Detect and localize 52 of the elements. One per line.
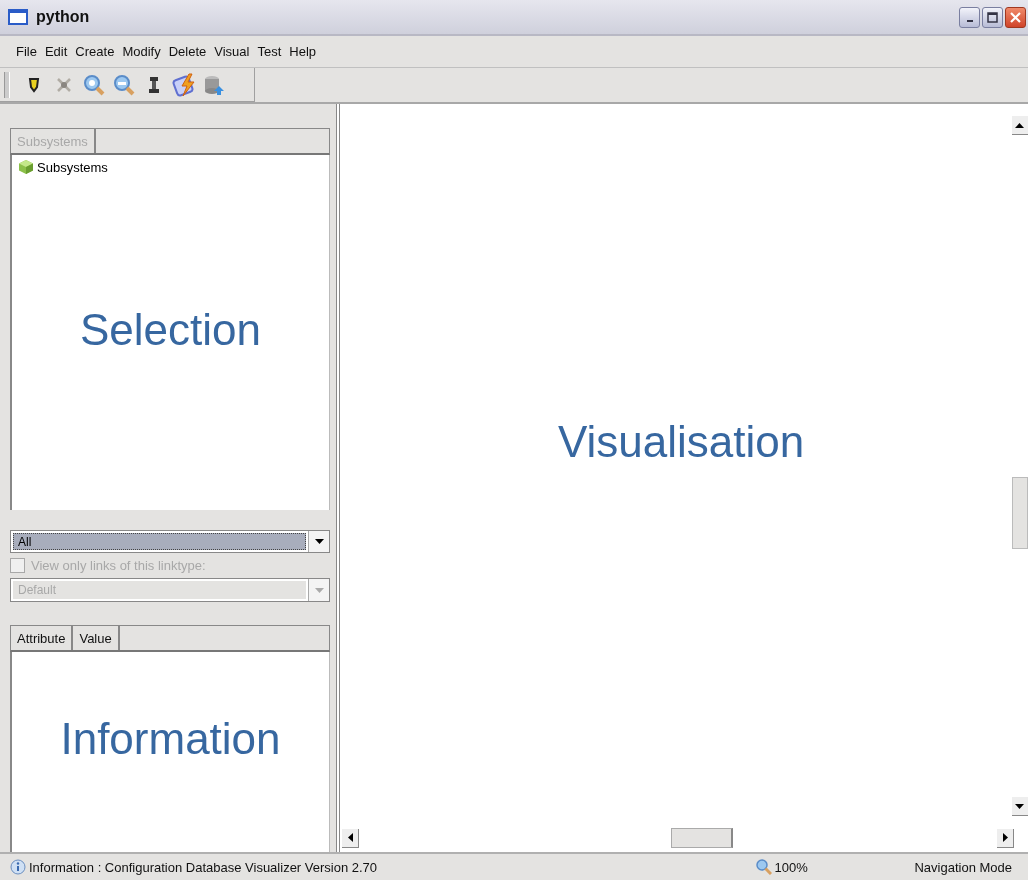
tree-item[interactable]: Subsystems xyxy=(12,155,329,175)
caret-icon xyxy=(347,833,353,842)
visualisation-label: Visualisation xyxy=(557,417,805,467)
scroll-left-button[interactable] xyxy=(342,828,359,848)
scroll-up-button[interactable] xyxy=(1011,116,1028,135)
caret-icon xyxy=(1015,803,1024,809)
column-header[interactable]: Value xyxy=(73,626,120,650)
cross-icon xyxy=(55,75,73,94)
caret-icon xyxy=(1002,833,1008,842)
information-label: Information xyxy=(59,714,282,764)
menu-item[interactable]: File xyxy=(12,42,41,61)
mode-label: Navigation Mode xyxy=(914,859,1012,875)
scroll-right-button[interactable] xyxy=(997,828,1014,848)
menu-item[interactable]: Create xyxy=(71,42,119,61)
toolbar-grip[interactable] xyxy=(4,71,10,98)
window-title: python xyxy=(36,8,91,26)
maximize-button[interactable] xyxy=(982,6,1003,28)
magnifier-icon xyxy=(756,859,773,875)
menu-item[interactable]: Test xyxy=(253,42,286,61)
column-header[interactable]: Attribute xyxy=(11,626,74,650)
lightning-icon xyxy=(172,71,196,98)
maximize-icon xyxy=(987,11,998,23)
menu-item[interactable]: Visual xyxy=(210,42,254,61)
zoom-out-button[interactable] xyxy=(112,72,136,97)
zoom-level: 100% xyxy=(774,859,809,875)
selection-label: Selection xyxy=(79,305,262,355)
minimize-icon xyxy=(966,19,973,22)
caret-icon xyxy=(1015,122,1024,128)
scrollbar-thumb[interactable] xyxy=(671,828,733,848)
window-icon xyxy=(8,9,28,25)
database-icon xyxy=(203,73,225,96)
caret-icon xyxy=(314,539,324,544)
tower-icon xyxy=(148,75,160,94)
menu-item[interactable]: Help xyxy=(285,42,321,61)
scrollbar-thumb[interactable] xyxy=(1012,477,1028,549)
menu-item[interactable]: Edit xyxy=(40,42,72,61)
menu-item[interactable]: Delete xyxy=(164,42,211,61)
info-icon xyxy=(10,859,26,875)
status-message: Information : Configuration Database Visualizer Version 2.70 xyxy=(29,859,379,875)
zoom-in-button[interactable] xyxy=(82,72,106,97)
menu-item[interactable]: Modify xyxy=(118,42,165,61)
close-button[interactable] xyxy=(1005,6,1026,28)
minimize-button[interactable] xyxy=(959,6,980,28)
caret-icon xyxy=(314,587,324,593)
scroll-down-button[interactable] xyxy=(1011,797,1028,816)
shield-icon xyxy=(28,76,40,93)
close-icon xyxy=(1009,10,1022,24)
checkbox-label: View only links of this linktype: xyxy=(31,558,206,573)
magnifier-icon xyxy=(113,73,135,96)
dropdown[interactable]: All xyxy=(10,530,330,553)
cube-icon xyxy=(18,159,34,175)
magnifier-icon xyxy=(83,73,105,96)
